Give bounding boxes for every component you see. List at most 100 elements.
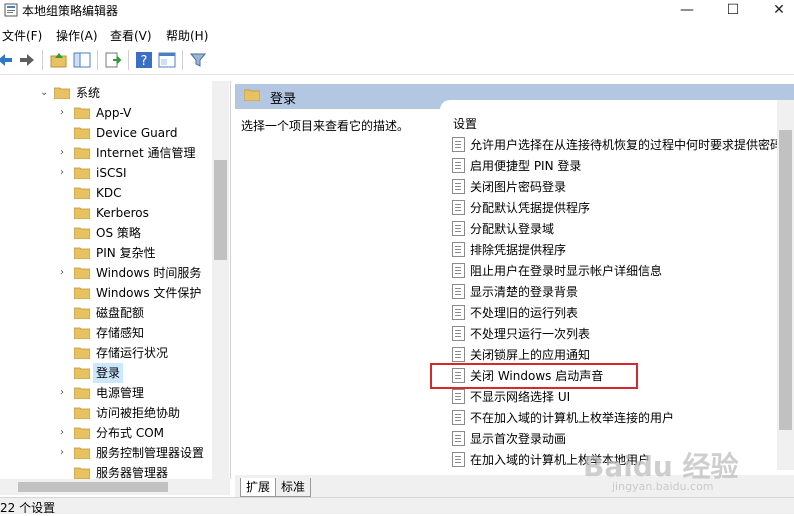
setting-row[interactable]: 关闭锁屏上的应用通知	[452, 345, 590, 365]
folder-icon	[74, 227, 90, 239]
tree-hscroll-thumb[interactable]	[18, 482, 168, 492]
policy-setting-icon	[452, 347, 465, 362]
close-button[interactable]: ✕	[756, 0, 794, 22]
setting-label: 关闭图片密码登录	[470, 180, 567, 194]
policy-setting-icon	[452, 431, 465, 446]
chevron-right-icon[interactable]: ›	[60, 383, 70, 403]
minimize-button[interactable]: —	[664, 0, 710, 22]
chevron-right-icon[interactable]: ›	[60, 443, 70, 463]
status-count: 22 个设置	[0, 501, 56, 515]
tree-item-label: Internet 通信管理	[96, 146, 196, 160]
setting-label: 显示首次登录动画	[470, 432, 567, 446]
chevron-right-icon[interactable]: ›	[60, 143, 70, 163]
menu-help[interactable]: 帮助(H)	[166, 27, 208, 44]
tree-item-label: 存储运行状况	[96, 346, 169, 360]
settings-column-header[interactable]: 设置	[453, 115, 477, 132]
setting-row[interactable]: 不处理旧的运行列表	[452, 303, 578, 323]
up-folder-icon[interactable]	[50, 51, 68, 69]
menu-file[interactable]: 文件(F)	[2, 27, 42, 44]
menu-view[interactable]: 查看(V)	[110, 27, 152, 44]
setting-row[interactable]: 分配默认登录域	[452, 219, 554, 239]
folder-icon	[74, 127, 90, 139]
policy-setting-icon	[452, 242, 465, 257]
help-icon[interactable]: ?	[135, 51, 153, 69]
tab-standard[interactable]: 标准	[275, 478, 312, 497]
tree-item-label: 服务控制管理器设置	[96, 446, 205, 460]
setting-label: 不显示网络选择 UI	[470, 390, 571, 404]
show-hide-tree-icon[interactable]	[73, 51, 91, 69]
setting-label: 显示清楚的登录背景	[470, 285, 579, 299]
policy-setting-icon	[452, 305, 465, 320]
toolbar-separator	[128, 50, 129, 70]
description-text: 选择一个项目来查看它的描述。	[241, 119, 410, 133]
toolbar-separator	[42, 50, 43, 70]
filter-icon[interactable]	[189, 51, 207, 69]
folder-icon	[74, 407, 90, 419]
tab-extended[interactable]: 扩展	[240, 478, 277, 497]
policy-setting-icon	[452, 179, 465, 194]
setting-row[interactable]: 排除凭据提供程序	[452, 240, 566, 260]
setting-row[interactable]: 允许用户选择在从连接待机恢复的过程中何时要求提供密码	[452, 135, 777, 155]
tree-vertical-scrollbar[interactable]	[212, 81, 229, 479]
tree-scroll-thumb[interactable]	[214, 160, 227, 260]
tree-item-label: PIN 复杂性	[96, 246, 156, 260]
folder-icon	[74, 147, 90, 159]
chevron-right-icon[interactable]: ›	[60, 423, 70, 443]
chevron-right-icon[interactable]: ›	[60, 263, 70, 283]
properties-icon[interactable]	[158, 51, 176, 69]
setting-row[interactable]: 关闭图片密码登录	[452, 177, 566, 197]
tree-item-label: 分布式 COM	[96, 426, 164, 440]
policy-setting-icon	[452, 200, 465, 215]
toolbar-separator	[97, 50, 98, 70]
tree-item-label: 电源管理	[96, 386, 145, 400]
setting-row[interactable]: 显示清楚的登录背景	[452, 282, 578, 302]
tree-item-label: OS 策略	[96, 226, 141, 240]
setting-label: 不处理旧的运行列表	[470, 306, 579, 320]
setting-row[interactable]: 不显示网络选择 UI	[452, 387, 570, 407]
folder-icon	[74, 287, 90, 299]
setting-label: 阻止用户在登录时显示帐户详细信息	[470, 264, 663, 278]
tree-panel: ⌄ 系统 › App-V Device Guard › Internet 通信管理 › iSCS…	[0, 81, 231, 479]
menu-action[interactable]: 操作(A)	[56, 27, 98, 44]
tree-item-label: 登录	[93, 363, 124, 383]
folder-icon	[74, 327, 90, 339]
export-list-icon[interactable]	[104, 51, 122, 69]
back-icon[interactable]	[0, 51, 14, 69]
setting-row[interactable]: 不处理只运行一次列表	[452, 324, 590, 344]
setting-label: 不在加入域的计算机上枚举连接的用户	[470, 411, 675, 425]
policy-setting-icon	[452, 389, 465, 404]
tree-item-label: 系统	[76, 86, 101, 100]
folder-icon	[74, 307, 90, 319]
folder-icon	[54, 87, 70, 99]
setting-row[interactable]: 启用便捷型 PIN 登录	[452, 156, 581, 176]
folder-icon	[74, 367, 90, 379]
chevron-down-icon[interactable]: ⌄	[40, 83, 50, 103]
setting-row[interactable]: 分配默认凭据提供程序	[452, 198, 590, 218]
tree-item-label: 存储感知	[96, 326, 145, 340]
maximize-button[interactable]: ☐	[710, 0, 756, 22]
setting-row[interactable]: 显示首次登录动画	[452, 429, 566, 449]
folder-icon	[244, 89, 260, 101]
tree-item-label: 磁盘配额	[96, 306, 145, 320]
toolbar-separator	[182, 50, 183, 70]
list-scroll-thumb[interactable]	[779, 130, 792, 430]
policy-setting-icon	[452, 263, 465, 278]
menu-bar: 文件(F) 操作(A) 查看(V) 帮助(H)	[0, 24, 794, 44]
tree-item-label: Windows 文件保护	[96, 286, 202, 300]
tree-item-label: 访问被拒绝协助	[96, 406, 181, 420]
forward-icon[interactable]	[18, 51, 36, 69]
chevron-right-icon[interactable]: ›	[60, 163, 70, 183]
description-pane	[235, 109, 435, 469]
folder-icon	[74, 427, 90, 439]
policy-setting-icon	[452, 137, 465, 152]
setting-label: 分配默认凭据提供程序	[470, 201, 591, 215]
chevron-right-icon[interactable]: ›	[60, 103, 70, 123]
policy-setting-icon	[452, 284, 465, 299]
setting-row[interactable]: 不在加入域的计算机上枚举连接的用户	[452, 408, 674, 428]
setting-label: 允许用户选择在从连接待机恢复的过程中何时要求提供密码	[470, 138, 777, 152]
folder-icon	[74, 107, 90, 119]
setting-label: 排除凭据提供程序	[470, 243, 567, 257]
setting-row[interactable]: 阻止用户在登录时显示帐户详细信息	[452, 261, 662, 281]
policy-setting-icon	[452, 158, 465, 173]
svg-text:?: ?	[141, 54, 148, 69]
